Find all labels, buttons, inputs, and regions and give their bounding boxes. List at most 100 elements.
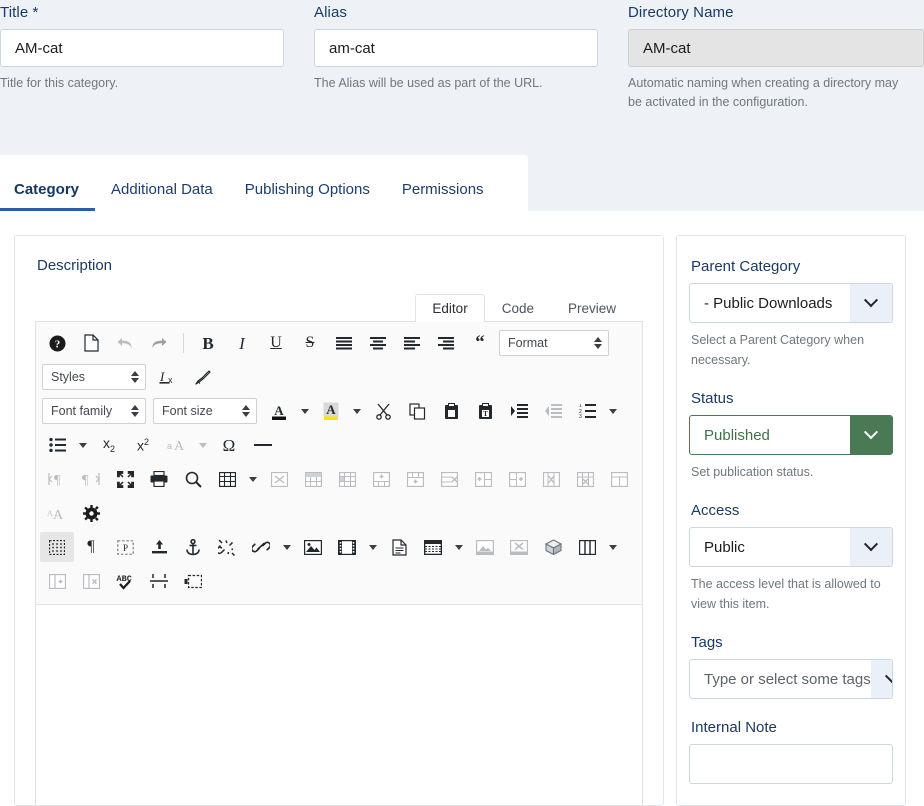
align-left-icon[interactable] — [395, 328, 429, 358]
media-dropdown-icon[interactable] — [364, 532, 382, 562]
insert-table-dropdown-icon[interactable] — [244, 464, 262, 494]
insert-column-left-icon[interactable] — [40, 566, 74, 596]
table-row-properties-icon[interactable] — [296, 464, 330, 494]
highlight-color-dropdown-icon[interactable] — [348, 396, 366, 426]
redo-icon[interactable] — [142, 328, 176, 358]
page-break-icon[interactable]: P — [108, 532, 142, 562]
parent-category-select[interactable]: - Public Downloads — [689, 283, 893, 323]
copy-icon[interactable] — [400, 396, 434, 426]
editor-tab-code[interactable]: Code — [485, 294, 551, 323]
undo-icon[interactable] — [108, 328, 142, 358]
numbered-list-icon[interactable]: 123 — [570, 396, 604, 426]
strikethrough-icon[interactable]: S — [293, 328, 327, 358]
bulleted-list-dropdown-icon[interactable] — [74, 430, 92, 460]
delete-table-icon[interactable] — [262, 464, 296, 494]
module-dropdown-icon[interactable] — [450, 532, 468, 562]
table-row-insert-before-icon[interactable] — [364, 464, 398, 494]
new-document-icon[interactable] — [74, 328, 108, 358]
indent-decrease-icon[interactable] — [536, 396, 570, 426]
spellcheck-icon[interactable]: ABC — [108, 566, 142, 596]
status-select[interactable]: Published — [689, 415, 893, 455]
remove-column-icon[interactable] — [74, 566, 108, 596]
tab-publishing-options[interactable]: Publishing Options — [229, 182, 386, 211]
align-center-icon[interactable] — [361, 328, 395, 358]
numbered-list-dropdown-icon[interactable] — [604, 396, 622, 426]
document-file-icon[interactable] — [382, 532, 416, 562]
anchor-icon[interactable] — [176, 532, 210, 562]
table-column-delete-icon[interactable] — [534, 464, 568, 494]
editor-content-area[interactable] — [35, 605, 643, 805]
tags-input[interactable]: Type or select some tags — [689, 659, 893, 699]
status-hint: Set publication status. — [691, 465, 814, 479]
table-merge-cells-icon[interactable] — [568, 464, 602, 494]
text-color-icon[interactable]: A — [262, 396, 296, 426]
unlink-icon[interactable] — [210, 532, 244, 562]
paste-icon[interactable] — [434, 396, 468, 426]
print-icon[interactable] — [142, 464, 176, 494]
bold-icon[interactable]: B — [191, 328, 225, 358]
table-cell-properties-icon[interactable] — [330, 464, 364, 494]
page-break-horizontal-icon[interactable] — [142, 566, 176, 596]
italic-icon[interactable]: I — [225, 328, 259, 358]
remove-format-icon[interactable]: Ix — [151, 362, 185, 392]
insert-container-icon[interactable] — [176, 566, 210, 596]
internal-note-input[interactable] — [689, 744, 893, 784]
package-cube-icon[interactable] — [536, 532, 570, 562]
settings-gear-icon[interactable] — [74, 498, 108, 528]
horizontal-rule-icon[interactable] — [246, 430, 280, 460]
table-row-delete-icon[interactable] — [432, 464, 466, 494]
media-filmstrip-icon[interactable] — [330, 532, 364, 562]
text-direction-rtl-icon[interactable]: ¶ — [74, 464, 108, 494]
blockquote-icon[interactable]: “ — [463, 328, 497, 358]
insert-upload-icon[interactable] — [142, 532, 176, 562]
highlight-color-icon[interactable]: A — [314, 396, 348, 426]
text-case-icon[interactable]: aA — [160, 430, 194, 460]
columns-dropdown-icon[interactable] — [604, 532, 622, 562]
font-family-select[interactable]: Font family — [42, 398, 146, 424]
directory-name-input[interactable]: AM-cat — [628, 29, 924, 67]
link-dropdown-icon[interactable] — [278, 532, 296, 562]
alias-input[interactable]: am-cat — [314, 29, 598, 67]
table-split-cells-icon[interactable] — [602, 464, 636, 494]
paragraph-mark-icon[interactable]: ¶ — [74, 532, 108, 562]
insert-table-icon[interactable] — [210, 464, 244, 494]
tab-permissions[interactable]: Permissions — [386, 182, 500, 211]
clear-formatting-brush-icon[interactable] — [185, 362, 219, 392]
bulleted-list-icon[interactable] — [40, 430, 74, 460]
help-icon[interactable]: ? — [40, 328, 74, 358]
tab-category[interactable]: Category — [0, 182, 96, 211]
paste-as-text-icon[interactable]: T — [468, 396, 502, 426]
format-select[interactable]: Format — [499, 330, 609, 356]
editor-tab-preview[interactable]: Preview — [551, 294, 633, 323]
image-icon[interactable] — [296, 532, 330, 562]
superscript-icon[interactable]: x2 — [126, 430, 160, 460]
subscript-icon[interactable]: x2 — [92, 430, 126, 460]
align-justify-icon[interactable] — [327, 328, 361, 358]
show-blocks-icon[interactable] — [40, 532, 74, 562]
insert-image-placeholder-icon[interactable] — [468, 532, 502, 562]
indent-increase-icon[interactable] — [502, 396, 536, 426]
special-character-omega-icon[interactable]: Ω — [212, 430, 246, 460]
cut-scissors-icon[interactable] — [366, 396, 400, 426]
font-size-select[interactable]: Font size — [153, 398, 257, 424]
text-color-dropdown-icon[interactable] — [296, 396, 314, 426]
module-insert-icon[interactable] — [416, 532, 450, 562]
fullscreen-icon[interactable] — [108, 464, 142, 494]
styles-select[interactable]: Styles — [42, 364, 146, 390]
link-icon[interactable] — [244, 532, 278, 562]
table-column-insert-before-icon[interactable] — [466, 464, 500, 494]
text-direction-ltr-icon[interactable]: ¶ — [40, 464, 74, 494]
font-style-aa-icon[interactable]: AA — [40, 498, 74, 528]
access-select[interactable]: Public — [689, 527, 893, 567]
columns-layout-icon[interactable] — [570, 532, 604, 562]
tab-additional-data[interactable]: Additional Data — [95, 182, 229, 211]
editor-tab-editor[interactable]: Editor — [415, 293, 485, 322]
remove-image-icon[interactable] — [502, 532, 536, 562]
title-input[interactable]: AM-cat — [0, 29, 284, 67]
table-column-insert-after-icon[interactable] — [500, 464, 534, 494]
text-case-dropdown-icon[interactable] — [194, 430, 212, 460]
underline-icon[interactable]: U — [259, 328, 293, 358]
search-icon[interactable] — [176, 464, 210, 494]
table-row-insert-after-icon[interactable] — [398, 464, 432, 494]
align-right-icon[interactable] — [429, 328, 463, 358]
